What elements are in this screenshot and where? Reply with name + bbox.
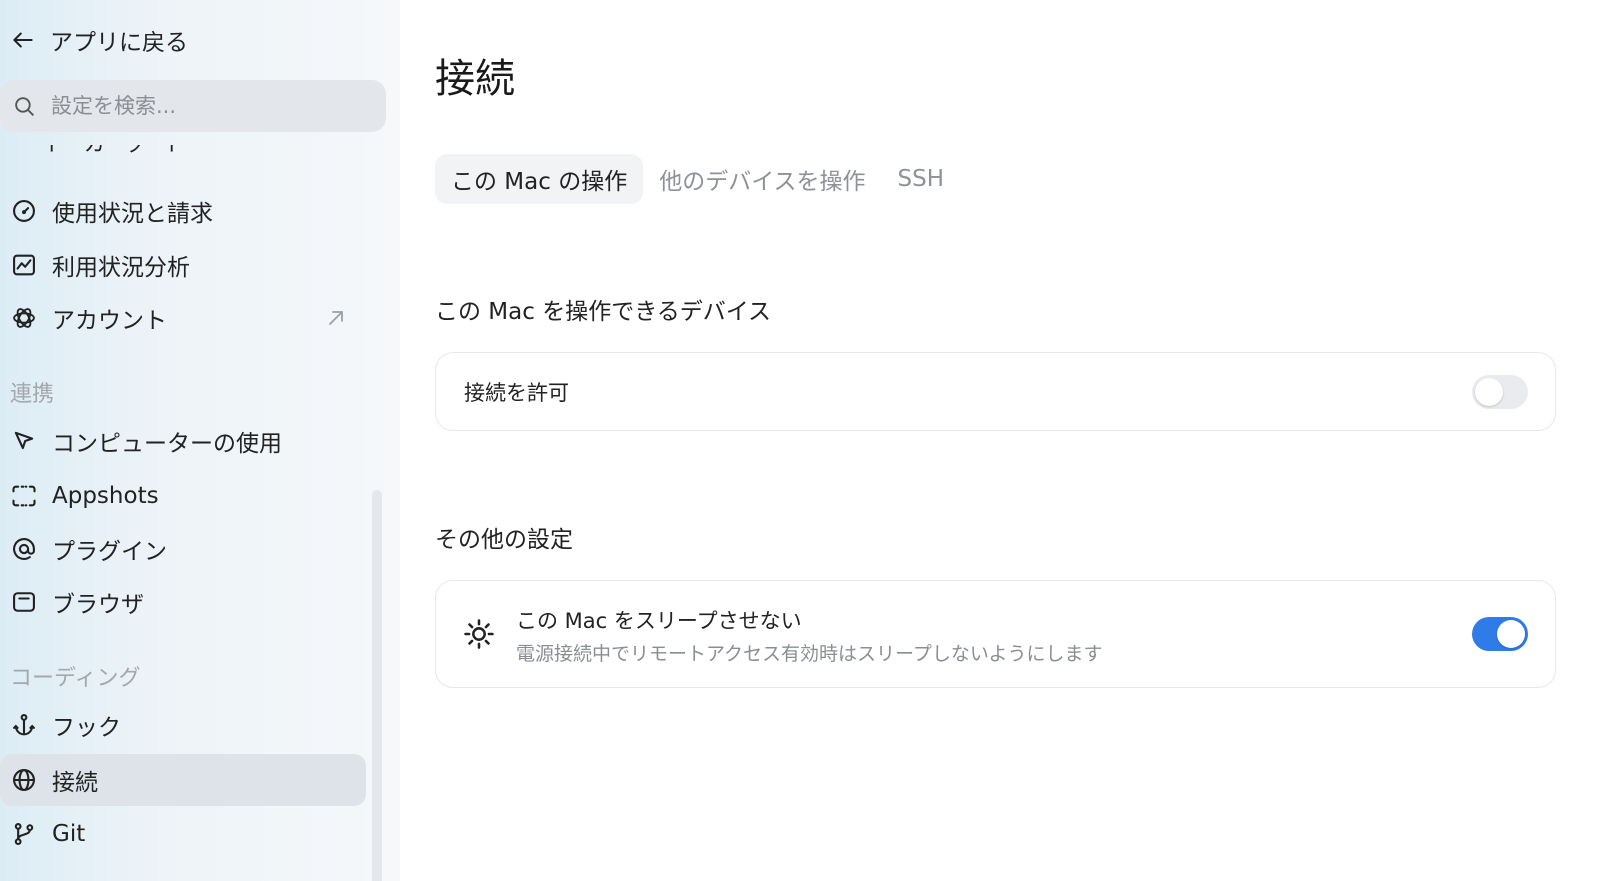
- gauge-icon: [13, 200, 35, 222]
- arrow-left-icon: [13, 32, 33, 48]
- settings-window: アプリに戻る キーボードショートカット 使用状況と請求 利用状況分析 アカウント…: [0, 0, 1600, 881]
- tab-control-this-mac[interactable]: この Mac の操作: [435, 154, 644, 204]
- sidebar-item-account[interactable]: アカウント: [0, 292, 366, 344]
- cursor-icon: [14, 431, 34, 450]
- section-heading-other-settings: その他の設定: [435, 527, 573, 553]
- sidebar-item-computer-use[interactable]: コンピューターの使用: [0, 415, 366, 467]
- allow-connection-toggle[interactable]: [1472, 375, 1528, 409]
- sidebar-item-hooks[interactable]: フック: [0, 699, 366, 751]
- keep-awake-description: 電源接続中でリモートアクセス有効時はスリープしないようにします: [516, 643, 1103, 665]
- back-label: アプリに戻る: [50, 30, 188, 56]
- external-link-icon: [329, 311, 343, 325]
- anchor-icon: [13, 714, 35, 736]
- git-branch-icon: [14, 823, 34, 845]
- sidebar-item-label: フック: [52, 715, 121, 741]
- at-icon: [13, 538, 35, 560]
- sidebar-item-label: プラグイン: [52, 539, 167, 565]
- section-label-integrations: 連携: [10, 382, 55, 407]
- browser-icon: [13, 592, 35, 612]
- sidebar-item-label: 利用状況分析: [52, 255, 190, 281]
- sidebar-item-appshots[interactable]: Appshots: [0, 470, 366, 522]
- main-content: 接続 この Mac の操作 他のデバイスを操作 SSH この Mac を操作でき…: [400, 0, 1600, 881]
- sidebar-item-label: キーボードショートカット: [43, 145, 400, 158]
- toggle-knob: [1475, 378, 1503, 406]
- section-label-coding: コーディング: [10, 666, 141, 691]
- sidebar-item-label: アカウント: [52, 308, 167, 334]
- globe-icon: [13, 769, 35, 791]
- keep-awake-toggle[interactable]: [1472, 617, 1528, 651]
- sidebar-scrollbar[interactable]: [372, 490, 382, 881]
- sidebar: アプリに戻る キーボードショートカット 使用状況と請求 利用状況分析 アカウント…: [0, 0, 400, 881]
- sidebar-item-label: Appshots: [52, 483, 159, 509]
- sidebar-item-label: ブラウザ: [52, 592, 144, 618]
- sidebar-item-keyboard-shortcuts[interactable]: キーボードショートカット: [10, 145, 400, 171]
- back-to-app-button[interactable]: アプリに戻る: [10, 22, 188, 58]
- keep-awake-title: この Mac をスリープさせない: [516, 609, 802, 633]
- sidebar-item-usage-billing[interactable]: 使用状況と請求: [0, 185, 366, 237]
- settings-search[interactable]: [0, 80, 386, 132]
- chart-icon: [13, 254, 35, 276]
- keep-awake-card: この Mac をスリープさせない 電源接続中でリモートアクセス有効時はスリープし…: [435, 580, 1556, 688]
- page-title: 接続: [435, 56, 515, 102]
- sun-icon: [464, 619, 494, 649]
- screenshot-icon: [12, 485, 36, 507]
- tab-ssh[interactable]: SSH: [882, 154, 961, 204]
- sidebar-item-label: 接続: [52, 770, 98, 796]
- allow-connection-card: 接続を許可: [435, 352, 1556, 431]
- sidebar-item-browser[interactable]: ブラウザ: [0, 576, 366, 628]
- sidebar-item-plugins[interactable]: プラグイン: [0, 523, 366, 575]
- sidebar-item-label: 使用状況と請求: [52, 201, 213, 227]
- toggle-knob: [1497, 620, 1525, 648]
- tab-control-other-devices[interactable]: 他のデバイスを操作: [643, 154, 881, 204]
- sidebar-item-usage-analytics[interactable]: 利用状況分析: [0, 239, 366, 291]
- sidebar-item-label: Git: [52, 821, 86, 847]
- sidebar-item-label: コンピューターの使用: [52, 431, 282, 457]
- tab-bar: この Mac の操作 他のデバイスを操作 SSH: [435, 154, 960, 204]
- section-heading-devices: この Mac を操作できるデバイス: [435, 299, 772, 325]
- search-input[interactable]: [51, 94, 351, 118]
- sidebar-item-git[interactable]: Git: [0, 808, 366, 860]
- allow-connection-label: 接続を許可: [464, 381, 569, 405]
- sidebar-item-connections[interactable]: 接続: [0, 754, 366, 806]
- search-icon: [15, 96, 34, 116]
- openai-icon: [13, 308, 35, 328]
